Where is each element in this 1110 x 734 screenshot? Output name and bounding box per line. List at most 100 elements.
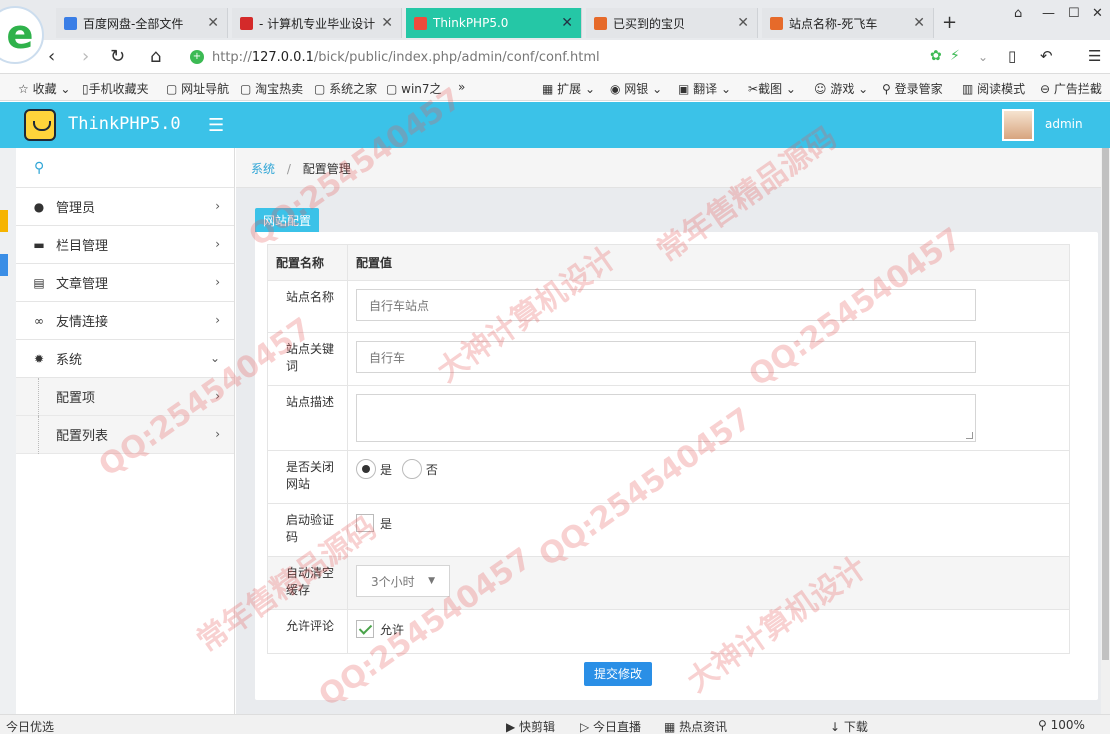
sidebar-search[interactable]: ⚲	[16, 148, 234, 188]
close-icon[interactable]: ✕	[381, 15, 393, 31]
bookmarks-bar: ☆ 收藏 ⌄ ▯手机收藏夹 ▢ 网址导航 ▢ 淘宝热卖 ▢ 系统之家 ▢ win…	[0, 74, 1110, 101]
gear-icon: ✹	[33, 351, 45, 366]
adblock-button[interactable]: ⊖ 广告拦截	[1040, 80, 1102, 97]
sidebar-item-articles[interactable]: ▤ 文章管理 ›	[16, 264, 234, 302]
more-bookmarks-button[interactable]: »	[458, 80, 465, 94]
status-live[interactable]: ▷ 今日直播	[580, 718, 641, 734]
sidebar-subitem-config-item[interactable]: 配置项 ›	[16, 378, 234, 416]
tab-baidu-pan[interactable]: 百度网盘-全部文件 ✕	[56, 8, 228, 38]
status-quick-edit[interactable]: ▶ 快剪辑	[506, 718, 555, 734]
site-description-textarea[interactable]	[356, 394, 976, 442]
avatar[interactable]	[1002, 109, 1034, 141]
row-label: 启动验证码	[267, 503, 348, 557]
tab-site-name[interactable]: 站点名称-死飞车 ✕	[762, 8, 934, 38]
user-name[interactable]: admin	[1045, 117, 1083, 131]
address-bar: ‹ › ↻ ⌂ + http://127.0.0.1/bick/public/i…	[0, 40, 1110, 74]
close-icon[interactable]: ✕	[561, 15, 573, 31]
close-icon[interactable]: ✕	[207, 15, 219, 31]
allow-comment-checkbox[interactable]: 允许	[356, 620, 404, 638]
maximize-button[interactable]: ☐	[1068, 6, 1080, 21]
config-panel: 配置名称 配置值 站点名称 自行车站点 站点关键词 自行车 站点描述 是否关闭网…	[255, 232, 1098, 700]
status-bar: 今日优选 ▶ 快剪辑 ▷ 今日直播 ▦ 热点资讯 ↓ 下载 ⚲ 100%	[0, 714, 1110, 734]
table-row: 站点关键词 自行车	[267, 332, 1070, 386]
chevron-right-icon: ›	[215, 427, 220, 441]
status-download[interactable]: ↓ 下载	[830, 718, 868, 734]
screenshot-button[interactable]: ✂截图 ⌄	[748, 80, 796, 97]
bookmark-nav[interactable]: ▢ 网址导航	[166, 80, 229, 97]
undo-icon[interactable]: ↶	[1040, 47, 1053, 65]
browser-side-strip	[0, 102, 16, 714]
site-icon	[240, 16, 253, 30]
status-zoom[interactable]: ⚲ 100%	[1038, 718, 1085, 732]
bookmark-taobao[interactable]: ▢ 淘宝热卖	[240, 80, 303, 97]
captcha-checkbox[interactable]: 是	[356, 514, 392, 532]
table-row: 允许评论 允许	[267, 609, 1070, 654]
restore-icon[interactable]: ⌂	[1014, 6, 1022, 21]
row-label: 自动清空缓存	[267, 556, 348, 610]
sidebar-item-links[interactable]: ∞ 友情连接 ›	[16, 302, 234, 340]
site-keywords-input[interactable]: 自行车	[356, 341, 976, 373]
sidebar: ⚲ ● 管理员 › ▬ 栏目管理 › ▤ 文章管理 › ∞ 友情连接 › ✹ 系…	[16, 148, 235, 714]
sidebar-item-system[interactable]: ✹ 系统 ⌄	[16, 340, 234, 378]
tab-taobao[interactable]: 已买到的宝贝 ✕	[586, 8, 758, 38]
close-icon[interactable]: ✕	[913, 15, 925, 31]
table-row: 站点名称 自行车站点	[267, 280, 1070, 333]
cache-select[interactable]: 3个小时 ▼	[356, 565, 450, 597]
reload-button[interactable]: ↻	[110, 46, 125, 67]
home-icon[interactable]: ⌂	[150, 46, 161, 67]
browser-tab-bar: e 百度网盘-全部文件 ✕ - 计算机专业毕业设计 ✕ ThinkPHP5.0 …	[0, 0, 1110, 64]
games-button[interactable]: ☺ 游戏 ⌄	[814, 80, 868, 97]
close-site-no-radio[interactable]: 否	[401, 459, 438, 479]
caret-down-icon: ▼	[428, 576, 435, 586]
bank-button[interactable]: ◉ 网银 ⌄	[610, 80, 662, 97]
column-header-value: 配置值	[347, 244, 1070, 281]
new-tab-button[interactable]: +	[942, 12, 957, 33]
reader-mode-button[interactable]: ▥ 阅读模式	[962, 80, 1025, 97]
back-button[interactable]: ‹	[48, 46, 55, 67]
user-icon: ●	[33, 199, 45, 214]
breadcrumb-current: 配置管理	[302, 162, 351, 176]
cloud-icon	[64, 16, 77, 30]
scrollbar-thumb[interactable]	[1102, 148, 1109, 660]
close-site-yes-radio[interactable]: 是	[356, 459, 392, 479]
tab-site-config[interactable]: 网站配置	[255, 208, 320, 232]
bookmark-favorites[interactable]: ☆ 收藏 ⌄	[18, 80, 70, 97]
row-label: 是否关闭网站	[267, 450, 348, 504]
column-header-name: 配置名称	[267, 244, 348, 281]
lightning-icon[interactable]: ⚡	[950, 48, 960, 64]
search-icon[interactable]: ⚲	[34, 160, 44, 176]
dropdown-icon[interactable]: ⌄	[978, 50, 988, 64]
bookmark-xitong[interactable]: ▢ 系统之家	[314, 80, 377, 97]
status-hot-news[interactable]: ▦ 热点资讯	[664, 718, 727, 734]
site-name-input[interactable]: 自行车站点	[356, 289, 976, 321]
close-icon[interactable]: ✕	[737, 15, 749, 31]
extensions-button[interactable]: ▦ 扩展 ⌄	[542, 80, 595, 97]
submit-button[interactable]: 提交修改	[584, 662, 652, 686]
bookmark-win7[interactable]: ▢ win7之	[386, 80, 442, 97]
speed-icon[interactable]: ✿	[930, 48, 942, 64]
url-field[interactable]: + http://127.0.0.1/bick/public/index.php…	[190, 45, 910, 69]
security-shield-icon: +	[190, 50, 204, 64]
sidebar-item-category[interactable]: ▬ 栏目管理 ›	[16, 226, 234, 264]
menu-icon[interactable]: ☰	[1088, 47, 1101, 65]
bookmark-mobile[interactable]: ▯手机收藏夹	[82, 80, 149, 97]
status-today-picks[interactable]: 今日优选	[6, 718, 54, 734]
forward-button[interactable]: ›	[82, 46, 89, 67]
login-manager-button[interactable]: ⚲ 登录管家	[882, 80, 943, 97]
tab-graduation-design[interactable]: - 计算机专业毕业设计 ✕	[232, 8, 402, 38]
sidebar-toggle-icon[interactable]: ☰	[208, 115, 224, 136]
sidebar-subitem-config-list[interactable]: 配置列表 ›	[16, 416, 234, 454]
table-row: 是否关闭网站 是 否	[267, 450, 1070, 504]
taobao-icon	[594, 16, 607, 30]
sidebar-item-admin[interactable]: ● 管理员 ›	[16, 188, 234, 226]
tab-thinkphp[interactable]: ThinkPHP5.0 ✕	[406, 8, 582, 38]
mobile-icon[interactable]: ▯	[1008, 47, 1016, 65]
chevron-right-icon: ›	[215, 275, 220, 289]
chevron-right-icon: ›	[215, 389, 220, 403]
scrollbar[interactable]	[1101, 148, 1110, 714]
translate-button[interactable]: ▣ 翻译 ⌄	[678, 80, 731, 97]
chevron-right-icon: ›	[215, 313, 220, 327]
breadcrumb-system-link[interactable]: 系统	[251, 162, 275, 176]
minimize-button[interactable]: —	[1042, 6, 1055, 21]
close-window-button[interactable]: ✕	[1092, 6, 1103, 21]
